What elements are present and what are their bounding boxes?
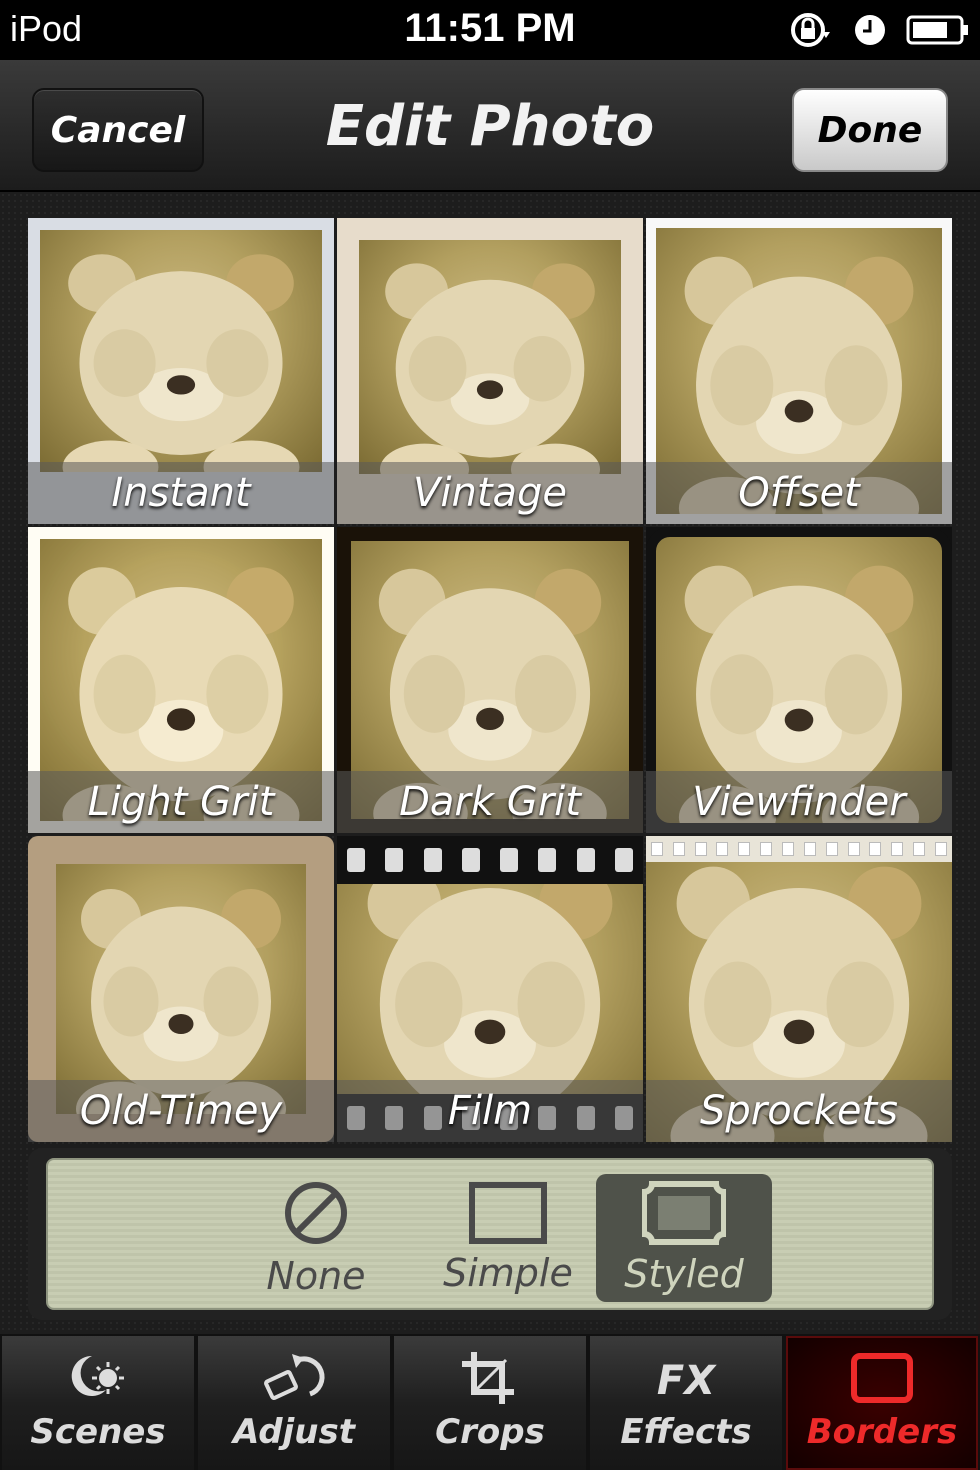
- tab-effects[interactable]: FX Effects: [590, 1336, 782, 1470]
- border-option-vintage[interactable]: Vintage: [337, 218, 643, 524]
- tab-adjust[interactable]: Adjust: [198, 1336, 390, 1470]
- teddy-bear-image: [379, 263, 601, 474]
- border-label: Light Grit: [28, 771, 334, 833]
- border-option-dark-grit[interactable]: Dark Grit: [337, 527, 643, 833]
- alarm-icon: [855, 15, 885, 45]
- nav-bar: Cancel Edit Photo Done: [0, 60, 980, 192]
- rotate-icon: [264, 1354, 325, 1400]
- tab-label: Crops: [435, 1412, 545, 1452]
- film-strip-top: [337, 836, 643, 884]
- border-option-light-grit[interactable]: Light Grit: [28, 527, 334, 833]
- segment-track: None Simple Styled: [46, 1158, 934, 1310]
- segment-label: Simple: [443, 1251, 573, 1295]
- tab-label: Effects: [620, 1412, 752, 1452]
- frame-icon: [851, 1353, 913, 1403]
- tab-label: Adjust: [233, 1412, 355, 1452]
- segment-none[interactable]: None: [228, 1174, 404, 1302]
- no-symbol-icon: [285, 1182, 347, 1244]
- teddy-bear-image: [76, 889, 286, 1114]
- segment-label: Styled: [624, 1252, 744, 1296]
- tab-scenes[interactable]: Scenes: [2, 1336, 194, 1470]
- content-area: Instant Vintage Offset Light Grit Dark G…: [0, 192, 980, 1334]
- border-option-old-timey[interactable]: Old-Timey: [28, 836, 334, 1142]
- crop-icon: [462, 1352, 514, 1404]
- border-label: Offset: [646, 462, 952, 524]
- border-option-sprockets[interactable]: Sprockets: [646, 836, 952, 1142]
- segment-label: None: [266, 1254, 366, 1298]
- status-bar: iPod 11:51 PM: [0, 0, 980, 60]
- border-grid: Instant Vintage Offset Light Grit Dark G…: [28, 218, 952, 1142]
- sun-moon-icon: [71, 1355, 124, 1396]
- border-option-film[interactable]: Film: [337, 836, 643, 1142]
- border-label: Old-Timey: [28, 1080, 334, 1142]
- styled-frame-icon: [642, 1181, 726, 1245]
- border-label: Instant: [28, 462, 334, 524]
- teddy-bear-image: [62, 254, 300, 472]
- done-button[interactable]: Done: [792, 88, 948, 172]
- fx-icon: FX: [657, 1358, 717, 1404]
- border-type-selector: None Simple Styled: [28, 1148, 952, 1320]
- simple-frame-icon: [469, 1182, 547, 1244]
- status-icons: [786, 10, 970, 50]
- border-option-viewfinder[interactable]: Viewfinder: [646, 527, 952, 833]
- rotation-lock-icon: [791, 13, 830, 47]
- svg-text:FX: FX: [657, 1358, 717, 1404]
- tab-bar: Scenes Adjust Crops FX Effects Borders: [0, 1334, 980, 1470]
- border-label: Sprockets: [646, 1080, 952, 1142]
- border-label: Film: [337, 1080, 643, 1142]
- border-option-instant[interactable]: Instant: [28, 218, 334, 524]
- border-label: Dark Grit: [337, 771, 643, 833]
- tab-label: Borders: [806, 1412, 958, 1452]
- sprocket-strip: [646, 836, 952, 862]
- border-option-offset[interactable]: Offset: [646, 218, 952, 524]
- segment-styled[interactable]: Styled: [596, 1174, 772, 1302]
- tab-borders[interactable]: Borders: [786, 1336, 978, 1470]
- border-label: Viewfinder: [646, 771, 952, 833]
- segment-simple[interactable]: Simple: [420, 1174, 596, 1302]
- tab-crops[interactable]: Crops: [394, 1336, 586, 1470]
- battery-icon: [906, 15, 968, 45]
- tab-label: Scenes: [30, 1412, 166, 1452]
- border-label: Vintage: [337, 462, 643, 524]
